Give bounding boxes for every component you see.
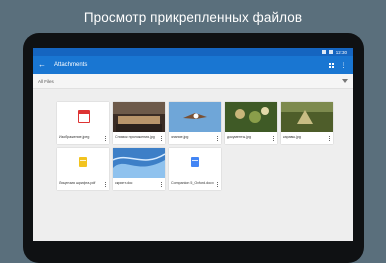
file-tile[interactable]: каравы.jpg xyxy=(281,102,333,144)
stage-photo xyxy=(113,102,165,132)
file-thumbnail xyxy=(113,148,165,178)
file-thumbnail xyxy=(169,148,221,178)
file-name: скрипт.doc xyxy=(115,181,133,185)
file-thumbnail xyxy=(57,148,109,178)
file-thumbnail xyxy=(281,102,333,132)
app-bar: ← Attachments ⋮ xyxy=(33,56,353,74)
file-name: Изображение.jpeg xyxy=(59,135,90,139)
file-tile[interactable]: скрипт.doc xyxy=(113,148,165,190)
blue-wave-image xyxy=(113,148,165,178)
status-time: 12:30 xyxy=(335,49,347,55)
status-bar: 12:30 xyxy=(33,48,353,56)
page-headline: Просмотр прикрепленных файлов xyxy=(83,10,303,25)
file-tile[interactable]: Снимок приложения.jpg xyxy=(113,102,165,144)
more-options-icon[interactable] xyxy=(217,136,219,141)
file-tile[interactable]: Изображение.jpeg xyxy=(57,102,109,144)
file-name: знание.jpg xyxy=(171,135,189,139)
flowers-photo xyxy=(225,102,277,132)
file-tile[interactable]: документы.jpg xyxy=(225,102,277,144)
filter-label: All Files xyxy=(38,78,54,84)
file-thumbnail xyxy=(169,102,221,132)
more-options-icon[interactable] xyxy=(217,182,219,187)
pdf-icon xyxy=(79,157,87,167)
overflow-menu-button[interactable]: ⋮ xyxy=(339,61,348,70)
app-bar-title: Attachments xyxy=(54,62,88,68)
filter-bar: All Files xyxy=(33,74,353,89)
file-name: Лицензия шрифта.pdf xyxy=(59,181,96,185)
file-thumbnail xyxy=(113,102,165,132)
more-options-icon[interactable] xyxy=(105,182,107,187)
bird-photo xyxy=(169,102,221,132)
more-options-icon[interactable] xyxy=(273,136,275,141)
grid-view-icon xyxy=(329,62,334,68)
back-arrow-icon[interactable]: ← xyxy=(38,61,48,69)
more-options-icon[interactable] xyxy=(329,136,331,141)
file-name: Снимок приложения.jpg xyxy=(115,135,155,139)
battery-icon xyxy=(328,50,333,54)
more-options-icon[interactable] xyxy=(161,182,163,187)
grid-view-button[interactable] xyxy=(327,61,336,70)
file-tile[interactable]: знание.jpg xyxy=(169,102,221,144)
wifi-icon xyxy=(321,50,326,54)
file-name: каравы.jpg xyxy=(283,135,301,139)
file-tile[interactable]: Сompanion 5_Oxford.docx xyxy=(169,148,221,190)
app-screen: 12:30 ← Attachments ⋮ All Files Изображе… xyxy=(33,48,353,241)
file-thumbnail xyxy=(225,102,277,132)
doc-icon xyxy=(191,157,199,167)
calendar-icon xyxy=(78,110,90,123)
file-tile[interactable]: Лицензия шрифта.pdf xyxy=(57,148,109,190)
more-options-icon[interactable] xyxy=(105,136,107,141)
file-name: документы.jpg xyxy=(227,135,251,139)
file-thumbnail xyxy=(57,102,109,132)
fields-photo xyxy=(281,102,333,132)
more-options-icon[interactable] xyxy=(161,136,163,141)
file-name: Сompanion 5_Oxford.docx xyxy=(171,181,214,185)
filter-icon[interactable] xyxy=(342,79,348,83)
